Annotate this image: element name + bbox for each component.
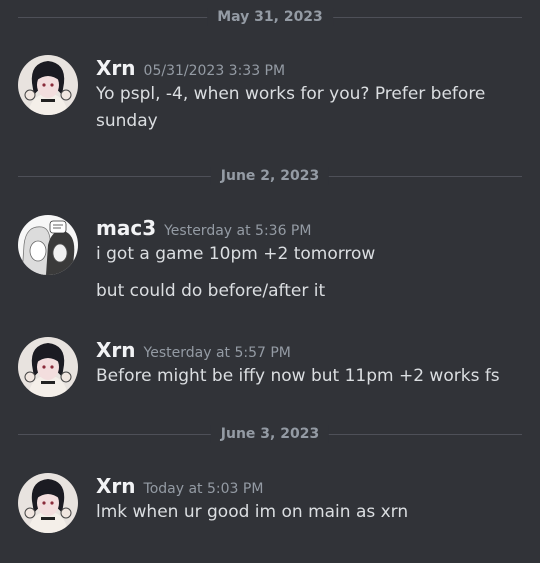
message-content: Xrn 05/31/2023 3:33 PM Yo pspl, -4, when … (96, 55, 530, 135)
message-text: i got a game 10pm +2 tomorrow (96, 244, 376, 264)
timestamp[interactable]: Today at 5:03 PM (144, 481, 264, 497)
message-header: Xrn Today at 5:03 PM (96, 473, 530, 499)
username[interactable]: Xrn (96, 56, 136, 80)
timestamp[interactable]: Yesterday at 5:36 PM (164, 223, 311, 239)
date-divider: June 2, 2023 (18, 167, 522, 185)
anime-avatar-icon (18, 55, 78, 115)
date-divider: May 31, 2023 (18, 8, 522, 26)
message-text: lmk when ur good im on main as xrn (96, 502, 409, 522)
message-content: Xrn Today at 5:03 PM lmk when ur good im … (96, 473, 530, 526)
message-text: but could do before/after it (96, 281, 326, 301)
message-header: Xrn Yesterday at 5:57 PM (96, 337, 530, 363)
timestamp[interactable]: 05/31/2023 3:33 PM (144, 63, 286, 79)
username[interactable]: mac3 (96, 216, 156, 240)
date-divider-label: June 3, 2023 (210, 425, 330, 443)
avatar[interactable] (18, 473, 78, 533)
message-text: Before might be iffy now but 11pm +2 wor… (96, 366, 500, 386)
avatar[interactable] (18, 215, 78, 275)
avatar[interactable] (18, 337, 78, 397)
date-divider-label: June 2, 2023 (210, 167, 330, 185)
manga-avatar-icon (18, 215, 78, 275)
date-divider-label: May 31, 2023 (207, 8, 333, 26)
username[interactable]: Xrn (96, 474, 136, 498)
message-header: mac3 Yesterday at 5:36 PM (96, 215, 530, 241)
date-divider: June 3, 2023 (18, 425, 522, 443)
message-content: mac3 Yesterday at 5:36 PM i got a game 10… (96, 215, 530, 305)
message-header: Xrn 05/31/2023 3:33 PM (96, 55, 530, 81)
timestamp[interactable]: Yesterday at 5:57 PM (144, 345, 291, 361)
username[interactable]: Xrn (96, 338, 136, 362)
message-text: Yo pspl, -4, when works for you? Prefer … (96, 84, 486, 131)
anime-avatar-icon (18, 473, 78, 533)
avatar[interactable] (18, 55, 78, 115)
anime-avatar-icon (18, 337, 78, 397)
message-content: Xrn Yesterday at 5:57 PM Before might be … (96, 337, 530, 390)
